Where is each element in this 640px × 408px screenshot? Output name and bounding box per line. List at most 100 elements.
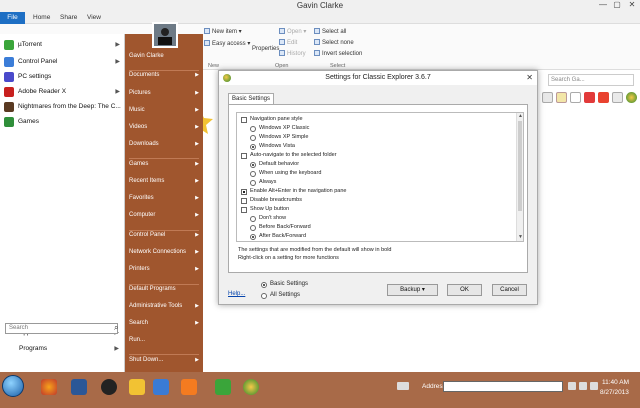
new-item-button[interactable]: New item ▾ xyxy=(204,28,242,35)
select-none-button[interactable]: Select none xyxy=(314,39,354,46)
setting-option[interactable]: Default behavior xyxy=(250,160,300,169)
tab-basic-settings[interactable]: Basic Settings xyxy=(228,93,275,104)
network-icon[interactable] xyxy=(579,382,587,390)
setting-option[interactable]: Don't show xyxy=(250,214,286,223)
firefox-icon[interactable] xyxy=(38,376,60,398)
explorer-taskbar-icon[interactable] xyxy=(126,376,148,398)
setting-label: Show Up button xyxy=(250,206,290,212)
cut-icon[interactable] xyxy=(542,92,553,103)
places-item[interactable]: Games ▶ xyxy=(129,158,201,170)
places-item[interactable]: Shut Down... ▶ xyxy=(129,354,201,366)
utorrent-taskbar-icon[interactable] xyxy=(212,376,234,398)
address-input[interactable] xyxy=(443,381,563,392)
dialog-close-icon[interactable]: ✕ xyxy=(526,71,533,85)
pinned-item[interactable]: Control Panel ▶ xyxy=(4,55,122,69)
pinned-item[interactable]: µTorrent ▶ xyxy=(4,38,122,52)
delete-icon[interactable] xyxy=(584,92,595,103)
places-item[interactable]: Network Connections ▶ xyxy=(129,246,201,258)
properties-button[interactable]: Properties xyxy=(252,46,279,52)
setting-label: Default behavior xyxy=(259,161,300,167)
clock-date[interactable]: 8/27/2013 xyxy=(600,389,629,396)
check-icon[interactable] xyxy=(598,92,609,103)
places-item[interactable]: Recent Items ▶ xyxy=(129,175,201,187)
setting-option[interactable]: Windows XP Classic xyxy=(250,124,309,133)
places-item[interactable]: Computer ▶ xyxy=(129,209,201,221)
maximize-button[interactable]: ▢ xyxy=(610,0,624,10)
mode-all-radio[interactable]: All Settings xyxy=(261,292,300,299)
search-icon[interactable]: ⌕ xyxy=(114,323,118,333)
places-item[interactable]: Documents ▶ xyxy=(129,69,201,81)
pinned-item[interactable]: Adobe Reader X ▶ xyxy=(4,85,122,99)
vlc-icon[interactable] xyxy=(178,376,200,398)
media-player-icon[interactable] xyxy=(150,376,172,398)
word-icon[interactable] xyxy=(68,376,90,398)
ok-button[interactable]: OK xyxy=(447,284,482,296)
tab-home[interactable]: Home xyxy=(33,14,50,21)
start-button[interactable] xyxy=(2,375,24,397)
start-programs[interactable]: Programs ▶ xyxy=(19,345,119,352)
pinned-item[interactable]: PC settings xyxy=(4,70,122,84)
chevron-right-icon: ▶ xyxy=(195,72,199,78)
places-item[interactable]: Downloads ▶ xyxy=(129,138,201,150)
places-item[interactable]: Search ▶ xyxy=(129,317,201,329)
setting-option[interactable]: Before Back/Forward xyxy=(250,223,311,232)
utorrent-icon xyxy=(4,40,14,50)
places-item[interactable]: Administrative Tools ▶ xyxy=(129,300,201,312)
places-item[interactable]: Videos ▶ xyxy=(129,121,201,133)
user-avatar[interactable] xyxy=(152,22,178,48)
places-item[interactable]: Pictures ▶ xyxy=(129,87,201,99)
start-search-input[interactable]: Search xyxy=(5,323,118,334)
backup-button[interactable]: Backup ▾ xyxy=(387,284,438,296)
search-input[interactable]: Search Ga... xyxy=(548,74,634,86)
tab-share[interactable]: Share xyxy=(60,14,77,21)
mode-basic-radio[interactable]: Basic Settings xyxy=(261,281,308,288)
setting-group[interactable]: Auto-navigate to the selected folder xyxy=(241,151,337,160)
cancel-button[interactable]: Cancel xyxy=(492,284,527,296)
tray-arrow-icon[interactable] xyxy=(568,382,576,390)
help-link[interactable]: Help... xyxy=(228,291,245,297)
paste-icon[interactable] xyxy=(570,92,581,103)
tab-file[interactable]: File xyxy=(0,12,25,24)
open-button[interactable]: Open ▾ xyxy=(279,28,306,35)
settings-scrollbar[interactable]: ▲ ▼ xyxy=(516,113,523,241)
volume-icon[interactable] xyxy=(590,382,598,390)
minimize-button[interactable]: — xyxy=(596,0,610,10)
scroll-thumb[interactable] xyxy=(518,121,522,211)
easy-access-button[interactable]: Easy access ▾ xyxy=(204,40,250,47)
setting-option[interactable]: Windows Vista xyxy=(250,142,295,151)
settings-icon[interactable] xyxy=(626,92,637,103)
places-item[interactable]: Control Panel ▶ xyxy=(129,229,201,241)
setting-group[interactable]: Show Up button xyxy=(241,205,290,214)
places-item[interactable]: Printers ▶ xyxy=(129,263,201,275)
classic-shell-taskbar-icon[interactable] xyxy=(240,376,262,398)
radio-icon xyxy=(250,143,256,150)
edit-button[interactable]: Edit xyxy=(279,39,297,46)
properties-icon[interactable] xyxy=(612,92,623,103)
history-button[interactable]: History xyxy=(279,50,306,57)
copy-icon[interactable] xyxy=(556,92,567,103)
setting-option[interactable]: After Back/Forward xyxy=(250,232,306,241)
close-button[interactable]: ✕ xyxy=(625,0,639,10)
tab-view[interactable]: View xyxy=(87,14,101,21)
scroll-down-icon[interactable]: ▼ xyxy=(517,234,523,240)
app-icon[interactable] xyxy=(98,376,120,398)
setting-group[interactable]: Navigation pane style xyxy=(241,115,303,124)
places-item[interactable]: Favorites ▶ xyxy=(129,192,201,204)
scroll-up-icon[interactable]: ▲ xyxy=(517,113,523,119)
places-item-label: Control Panel xyxy=(129,232,166,238)
pinned-item[interactable]: Nightmares from the Deep: The C... xyxy=(4,100,122,114)
setting-option[interactable]: When using the keyboard xyxy=(250,169,321,178)
setting-option[interactable]: Windows XP Simple xyxy=(250,133,308,142)
setting-option[interactable]: Always xyxy=(250,178,276,187)
clock-time[interactable]: 11:40 AM xyxy=(602,379,629,386)
places-item[interactable]: Run... xyxy=(129,334,201,346)
keyboard-icon[interactable] xyxy=(397,382,409,390)
setting-option[interactable]: Enable Alt+Enter in the navigation pane xyxy=(241,187,346,196)
places-item[interactable]: Gavin Clarke xyxy=(129,50,201,62)
setting-option[interactable]: Disable breadcrumbs xyxy=(241,196,302,205)
pinned-item[interactable]: Games xyxy=(4,115,122,129)
places-item[interactable]: Default Programs xyxy=(129,283,201,295)
select-all-button[interactable]: Select all xyxy=(314,28,346,35)
places-item[interactable]: Music ▶ xyxy=(129,104,201,116)
invert-selection-button[interactable]: Invert selection xyxy=(314,50,362,57)
